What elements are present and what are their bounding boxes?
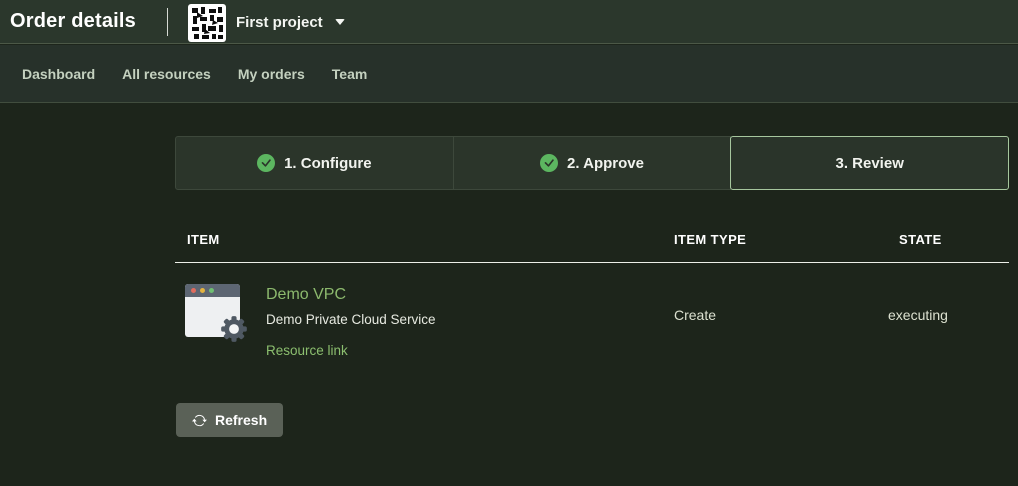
order-stepper: 1. Configure 2. Approve 3. Review (175, 136, 1009, 190)
step-approve[interactable]: 2. Approve (453, 136, 732, 190)
table-header-row: ITEM ITEM TYPE STATE (175, 222, 1009, 263)
gear-icon (220, 315, 248, 343)
resource-link[interactable]: Resource link (266, 343, 436, 358)
item-name-link[interactable]: Demo VPC (266, 286, 436, 304)
column-header-item: ITEM (175, 232, 674, 247)
top-header: Order details (0, 0, 1018, 44)
main-nav: Dashboard All resources My orders Team (0, 45, 1018, 103)
column-header-item-type: ITEM TYPE (674, 232, 885, 247)
check-circle-icon (257, 154, 275, 172)
refresh-icon (192, 413, 207, 428)
item-cell: Demo VPC Demo Private Cloud Service Reso… (175, 284, 674, 358)
nav-item-dashboard[interactable]: Dashboard (22, 66, 95, 82)
page-title: Order details (10, 10, 136, 33)
project-switcher[interactable]: First project (188, 0, 345, 44)
state-value: executing (885, 307, 1009, 335)
column-header-state: STATE (885, 232, 1009, 247)
refresh-button-label: Refresh (215, 412, 267, 428)
step-configure[interactable]: 1. Configure (175, 136, 454, 190)
table-row: Demo VPC Demo Private Cloud Service Reso… (175, 263, 1009, 358)
item-type-value: Create (674, 307, 885, 335)
order-details-page: Order details (0, 0, 1018, 486)
nav-item-all-resources[interactable]: All resources (122, 66, 211, 82)
window-dot-green (209, 288, 214, 293)
step-label: 2. Approve (567, 155, 644, 172)
chevron-down-icon (335, 19, 345, 25)
main-content: 1. Configure 2. Approve 3. Review ITEM I… (175, 136, 1009, 358)
order-items-table: ITEM ITEM TYPE STATE (175, 222, 1009, 358)
nav-item-team[interactable]: Team (332, 66, 368, 82)
item-text-block: Demo VPC Demo Private Cloud Service Reso… (266, 284, 436, 358)
project-logo-icon (188, 4, 226, 42)
item-description: Demo Private Cloud Service (266, 312, 436, 327)
window-dot-amber (200, 288, 205, 293)
header-divider (167, 8, 168, 36)
step-label: 3. Review (835, 155, 903, 172)
step-review[interactable]: 3. Review (730, 136, 1009, 190)
check-circle-icon (540, 154, 558, 172)
service-icon (185, 284, 240, 337)
nav-item-my-orders[interactable]: My orders (238, 66, 305, 82)
step-label: 1. Configure (284, 155, 372, 172)
refresh-button[interactable]: Refresh (176, 403, 283, 437)
window-dot-red (191, 288, 196, 293)
project-name: First project (236, 14, 323, 31)
